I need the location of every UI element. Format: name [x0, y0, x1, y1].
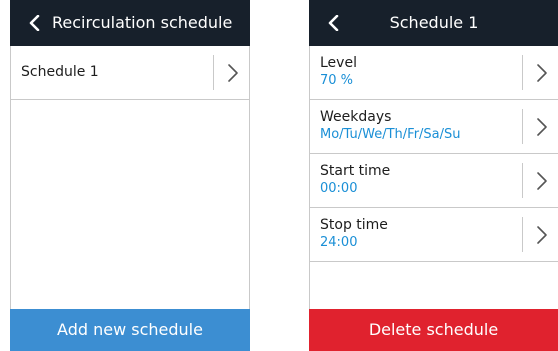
page-title: Schedule 1 [389, 13, 479, 32]
recirculation-schedule-screen: Recirculation schedule Schedule 1 Add ne… [10, 0, 250, 351]
setting-value: Mo/Tu/We/Th/Fr/Sa/Su [320, 127, 461, 142]
divider [522, 55, 523, 90]
page-title: Recirculation schedule [52, 13, 233, 32]
setting-row-weekdays[interactable]: Weekdays Mo/Tu/We/Th/Fr/Sa/Su [310, 100, 558, 154]
chevron-right-icon[interactable] [536, 63, 548, 83]
setting-row-level[interactable]: Level 70 % [310, 46, 558, 100]
divider [213, 55, 214, 90]
setting-label: Weekdays [320, 109, 392, 125]
setting-label: Start time [320, 163, 391, 179]
chevron-right-icon[interactable] [536, 117, 548, 137]
setting-row-start-time[interactable]: Start time 00:00 [310, 154, 558, 208]
divider [522, 217, 523, 252]
schedule-detail-screen: Schedule 1 Level 70 % Weekdays Mo/Tu/We/… [309, 0, 558, 351]
header-bar: Recirculation schedule [10, 0, 250, 46]
chevron-right-icon[interactable] [536, 225, 548, 245]
chevron-right-icon[interactable] [227, 63, 239, 83]
delete-schedule-button[interactable]: Delete schedule [309, 309, 558, 351]
setting-value: 70 % [320, 73, 354, 88]
header-bar: Schedule 1 [309, 0, 558, 46]
divider [522, 109, 523, 144]
setting-label: Level [320, 55, 357, 71]
chevron-left-icon[interactable] [27, 15, 43, 31]
list-item-schedule-1[interactable]: Schedule 1 [11, 46, 249, 100]
setting-value: 24:00 [320, 235, 358, 250]
chevron-right-icon[interactable] [536, 171, 548, 191]
setting-value: 00:00 [320, 181, 358, 196]
setting-label: Stop time [320, 217, 388, 233]
list-item-label: Schedule 1 [21, 64, 99, 80]
setting-row-stop-time[interactable]: Stop time 24:00 [310, 208, 558, 262]
divider [522, 163, 523, 198]
add-new-schedule-button[interactable]: Add new schedule [10, 309, 250, 351]
